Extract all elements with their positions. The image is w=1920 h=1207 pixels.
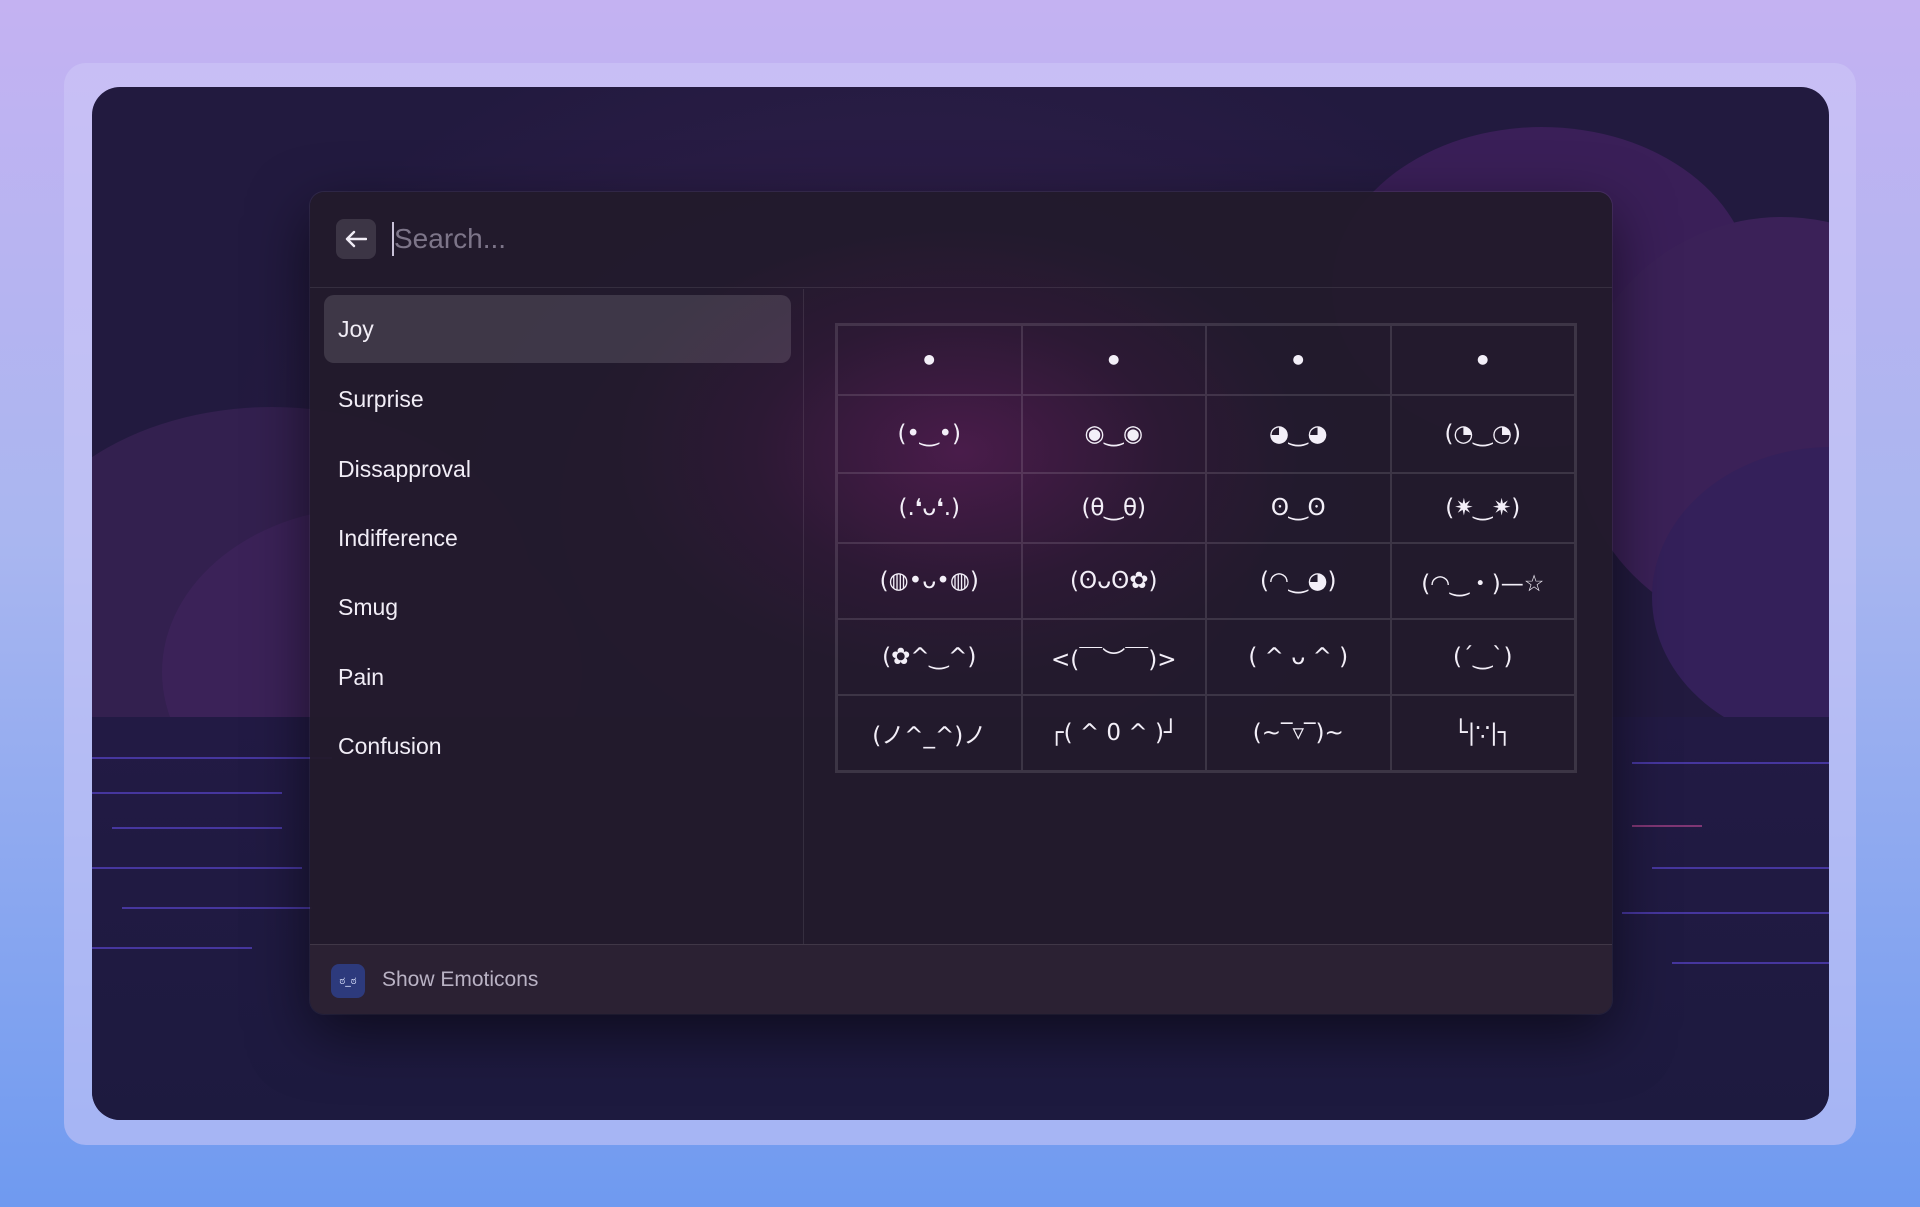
- sidebar-item-label: Surprise: [338, 385, 424, 412]
- emoticon-cell[interactable]: •: [837, 325, 1022, 395]
- emoticon-cell[interactable]: (◔‿◔): [1390, 395, 1575, 473]
- footer-command-label[interactable]: Show Emoticons: [382, 968, 538, 992]
- emoticon-cell[interactable]: ʘ‿ʘ: [1206, 473, 1391, 543]
- search-input[interactable]: [394, 216, 1294, 262]
- category-sidebar: Joy Surprise Dissapproval Indifference S…: [310, 289, 804, 944]
- sidebar-item-pain[interactable]: Pain: [324, 643, 791, 711]
- emoticon-cell[interactable]: (ʘᴗʘ✿): [1021, 543, 1206, 619]
- sidebar-item-label: Confusion: [338, 732, 442, 759]
- emoticon-cell[interactable]: (.❛ᴗ❛.): [837, 473, 1022, 543]
- emoticon-launcher-window: Joy Surprise Dissapproval Indifference S…: [310, 192, 1612, 1014]
- emoticon-cell[interactable]: •: [1206, 325, 1391, 395]
- sidebar-item-surprise[interactable]: Surprise: [324, 365, 791, 433]
- emoticon-cell[interactable]: (◠‿◕): [1206, 543, 1391, 619]
- back-button[interactable]: [336, 219, 376, 259]
- emoticon-cell[interactable]: •: [1390, 325, 1575, 395]
- sidebar-item-smug[interactable]: Smug: [324, 573, 791, 641]
- sidebar-item-label: Dissapproval: [338, 455, 471, 482]
- emoticon-cell[interactable]: <(￣︶￣)>: [1021, 619, 1206, 695]
- emoticon-cell[interactable]: (´‿`): [1390, 619, 1575, 695]
- emoticon-cell[interactable]: •: [1021, 325, 1206, 395]
- emoticon-cell[interactable]: ┌( ^ 0 ^ )┘: [1021, 695, 1206, 771]
- emoticon-cell[interactable]: (~‾▿‾)~: [1206, 695, 1391, 771]
- sidebar-item-joy[interactable]: Joy: [324, 295, 791, 363]
- emoticon-cell[interactable]: (✿^‿^): [837, 619, 1022, 695]
- emoticon-cell[interactable]: (•‿•): [837, 395, 1022, 473]
- emoticon-cell[interactable]: (◍•ᴗ•◍): [837, 543, 1022, 619]
- sidebar-item-indifference[interactable]: Indifference: [324, 504, 791, 572]
- action-footer: ಠ_ಠ Show Emoticons: [310, 944, 1612, 1014]
- emoticon-cell[interactable]: ◕‿◕: [1206, 395, 1391, 473]
- emoticon-cell[interactable]: ◉‿◉: [1021, 395, 1206, 473]
- sidebar-item-label: Indifference: [338, 524, 458, 551]
- app-face-icon: ಠ_ಠ: [331, 964, 365, 998]
- sidebar-item-label: Smug: [338, 593, 399, 620]
- emoticon-cell[interactable]: (◠‿・)—☆: [1390, 543, 1575, 619]
- emoticon-cell[interactable]: ( ^ ᴗ ^ ): [1206, 619, 1391, 695]
- sidebar-item-label: Pain: [338, 663, 385, 690]
- emoticon-cell[interactable]: (✷‿✷): [1390, 473, 1575, 543]
- emoticon-grid: • • • • (•‿•) ◉‿◉ ◕‿◕ (◔‿◔) (.❛ᴗ❛.) (θ‿θ…: [835, 323, 1577, 773]
- emoticon-cell[interactable]: (ノ^_^)ノ: [837, 695, 1022, 771]
- sidebar-item-confusion[interactable]: Confusion: [324, 712, 791, 780]
- arrow-left-icon: [345, 230, 367, 248]
- sidebar-item-label: Joy: [338, 315, 374, 342]
- emoticon-cell[interactable]: (θ‿θ): [1021, 473, 1206, 543]
- sidebar-item-dissapproval[interactable]: Dissapproval: [324, 435, 791, 503]
- emoticon-cell[interactable]: └|∵|┐: [1390, 695, 1575, 771]
- search-bar: [310, 192, 1612, 288]
